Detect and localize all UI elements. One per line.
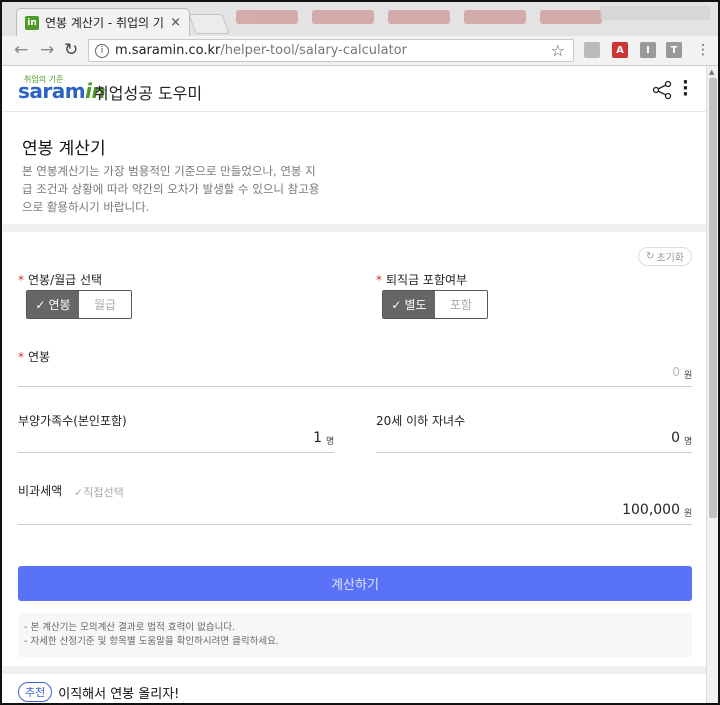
- nontax-value: 100,000: [622, 502, 680, 518]
- intro-section: 연봉 계산기 본 연봉계산기는 가장 범용적인 기준으로 만들었으나, 연봉 지…: [2, 112, 706, 232]
- share-icon[interactable]: [652, 80, 672, 100]
- scroll-up-icon[interactable]: ▲: [709, 68, 714, 76]
- more-menu-icon[interactable]: · · ·: [682, 74, 689, 104]
- tab-close-icon[interactable]: ×: [170, 15, 181, 30]
- brand-subtitle: 취업성공 도우미: [94, 84, 203, 103]
- salary-unit: 원: [684, 371, 693, 381]
- salary-type-toggle: ✓ 연봉 월급: [26, 290, 132, 319]
- bookmark-star-icon[interactable]: ☆: [551, 41, 565, 60]
- check-icon: ✓: [35, 297, 46, 312]
- saramin-logo[interactable]: saramin: [18, 79, 106, 103]
- dependents-unit: 명: [326, 437, 335, 447]
- note-item[interactable]: - 자세한 산정기준 및 항목별 도움말을 확인하시려면 클릭하세요.: [24, 635, 686, 649]
- window-controls[interactable]: [600, 6, 710, 20]
- salary-type-annual-option[interactable]: ✓ 연봉: [27, 291, 79, 318]
- site-header: 취업의 기준 saramin 취업성공 도우미 · · ·: [2, 66, 706, 112]
- active-tab[interactable]: in 연봉 계산기 - 취업의 기 ×: [16, 8, 190, 36]
- dependents-value: 1: [313, 430, 322, 446]
- severance-label: * 퇴직금 포함여부: [376, 273, 468, 287]
- calculate-button[interactable]: 계산하기: [18, 566, 692, 601]
- browser-menu-icon[interactable]: ⋮: [696, 42, 710, 58]
- saramin-favicon-icon: in: [25, 15, 39, 30]
- salary-type-label: * 연봉/월급 선택: [18, 273, 103, 287]
- forward-arrow-icon[interactable]: →: [40, 40, 54, 60]
- notes-box: - 본 계산기는 모의계산 결과로 법적 효력이 없습니다. - 자세한 산정기…: [18, 613, 692, 657]
- recommend-text: 이직해서 연봉 올리자!: [58, 686, 180, 702]
- info-icon[interactable]: i: [95, 43, 109, 58]
- nontax-label: 비과세액: [18, 484, 63, 498]
- recommend-banner[interactable]: 추천 이직해서 연봉 올리자!: [18, 682, 179, 702]
- salary-value: 0: [672, 365, 680, 379]
- severance-separate-option[interactable]: ✓ 별도: [383, 291, 435, 318]
- reset-label: 초기화: [656, 253, 684, 264]
- browser-window: in 연봉 계산기 - 취업의 기 × ← → ↻ i m.saramin.co…: [0, 0, 720, 705]
- tab-title: 연봉 계산기 - 취업의 기: [45, 16, 164, 30]
- children-value: 0: [671, 430, 680, 446]
- url-path: /helper-tool/salary-calculator: [220, 43, 407, 58]
- page-content: 취업의 기준 saramin 취업성공 도우미 · · · 연봉 계산기 본 연봉계…: [2, 66, 706, 703]
- refresh-icon: ↻: [646, 251, 655, 262]
- note-item: - 본 계산기는 모의계산 결과로 법적 효력이 없습니다.: [24, 622, 236, 633]
- page-scrollbar[interactable]: ▲: [706, 66, 718, 703]
- section-divider: [2, 666, 706, 674]
- address-bar[interactable]: i m.saramin.co.kr /helper-tool/salary-ca…: [88, 39, 574, 62]
- background-tabs[interactable]: [236, 10, 616, 30]
- salary-input[interactable]: [18, 362, 692, 387]
- new-tab-button[interactable]: [188, 14, 230, 34]
- reset-button[interactable]: ↻ 초기화: [638, 247, 692, 266]
- children-unit: 명: [684, 437, 693, 447]
- recommend-badge: 추천: [18, 682, 53, 702]
- page-title: 연봉 계산기: [22, 139, 106, 159]
- extension-t-icon[interactable]: T: [666, 42, 682, 58]
- check-icon: ✓: [391, 297, 402, 312]
- salary-type-monthly-option[interactable]: 월급: [79, 291, 131, 318]
- logo-main-text: saram: [18, 79, 86, 103]
- scrollbar-thumb[interactable]: [709, 78, 717, 518]
- tab-bar: in 연봉 계산기 - 취업의 기 ×: [2, 2, 718, 36]
- cast-icon[interactable]: [584, 42, 600, 58]
- pdf-extension-icon[interactable]: A: [612, 42, 628, 58]
- extension-i-icon[interactable]: I: [640, 42, 656, 58]
- back-arrow-icon[interactable]: ←: [14, 40, 28, 60]
- url-host: m.saramin.co.kr: [115, 43, 221, 58]
- reload-icon[interactable]: ↻: [64, 40, 78, 60]
- severance-toggle: ✓ 별도 포함: [382, 290, 488, 319]
- intro-description: 본 연봉계산기는 가장 범용적인 기준으로 만들었으나, 연봉 지급 조건과 상…: [22, 164, 320, 214]
- nontax-unit: 원: [684, 509, 693, 519]
- severance-included-option[interactable]: 포함: [435, 291, 487, 318]
- navigation-bar: ← → ↻ i m.saramin.co.kr /helper-tool/sal…: [2, 36, 718, 66]
